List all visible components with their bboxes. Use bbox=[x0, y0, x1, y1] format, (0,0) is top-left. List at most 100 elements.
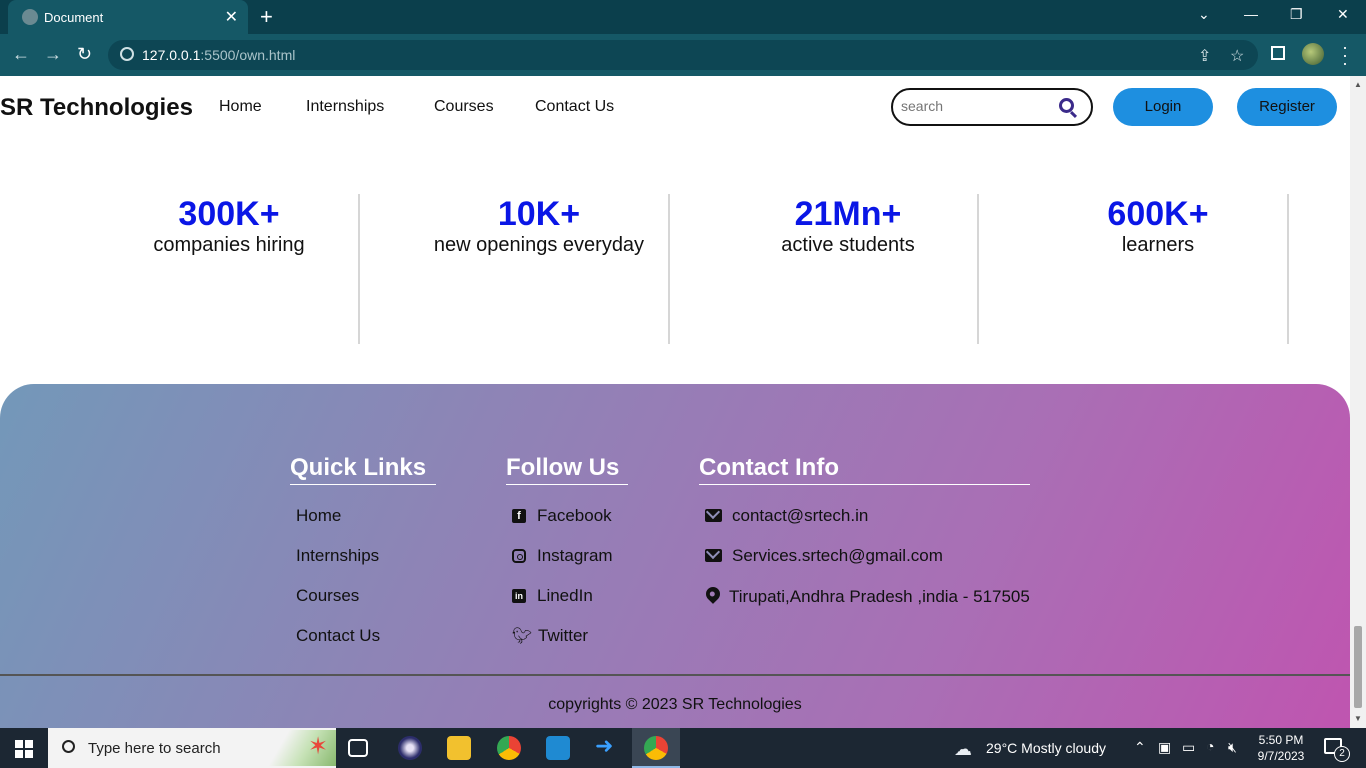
menu-kebab-icon[interactable]: · · · bbox=[1342, 38, 1348, 72]
stat-divider bbox=[977, 194, 979, 344]
facebook-icon: f bbox=[512, 509, 526, 523]
file-explorer-icon[interactable] bbox=[447, 736, 471, 760]
eclipse-app-icon[interactable] bbox=[398, 736, 422, 760]
cloud-icon: ☁ bbox=[954, 739, 972, 759]
side-panel-icon[interactable] bbox=[1271, 46, 1285, 60]
stat-value: 10K+ bbox=[497, 195, 581, 233]
search-highlight-image[interactable]: ✶ bbox=[260, 730, 336, 766]
twitter-icon: 🐦︎ bbox=[512, 628, 533, 645]
stat-divider bbox=[1287, 194, 1289, 344]
envelope-icon bbox=[705, 549, 722, 562]
search-icon[interactable] bbox=[1059, 98, 1074, 113]
active-chrome-window[interactable] bbox=[632, 728, 680, 768]
wifi-icon[interactable]: ◔ bbox=[1206, 738, 1214, 754]
chrome-app-icon[interactable] bbox=[497, 736, 521, 760]
social-link-twitter[interactable]: Twitter bbox=[538, 626, 588, 646]
envelope-icon bbox=[705, 509, 722, 522]
restore-icon[interactable]: ❐ bbox=[1290, 6, 1303, 23]
contact-info-heading: Contact Info bbox=[699, 454, 1030, 485]
new-tab-plus-icon[interactable]: + bbox=[260, 4, 273, 30]
reload-icon[interactable]: ↻ bbox=[77, 44, 92, 65]
site-footer: Quick Links Home Internships Courses Con… bbox=[0, 384, 1350, 728]
site-header: SR Technologies Home Internships Courses… bbox=[0, 76, 1350, 140]
login-button[interactable]: Login bbox=[1113, 88, 1213, 126]
task-view-icon[interactable] bbox=[348, 739, 368, 757]
stat-label: learners bbox=[1121, 234, 1195, 256]
search-icon bbox=[62, 740, 75, 753]
profile-avatar[interactable] bbox=[1302, 43, 1324, 65]
footer-link-courses[interactable]: Courses bbox=[296, 586, 359, 606]
quick-links-heading: Quick Links bbox=[290, 454, 436, 485]
social-link-facebook[interactable]: Facebook bbox=[537, 506, 612, 526]
brand-logo-text[interactable]: SR Technologies bbox=[0, 94, 193, 122]
social-link-instagram[interactable]: Instagram bbox=[537, 546, 613, 566]
scroll-up-icon[interactable]: ▲ bbox=[1354, 80, 1362, 89]
search-input[interactable] bbox=[901, 98, 1051, 114]
clock-date: 9/7/2023 bbox=[1257, 749, 1305, 763]
weather-text[interactable]: 29°C Mostly cloudy bbox=[986, 740, 1106, 756]
battery-icon[interactable]: ▭ bbox=[1182, 739, 1195, 756]
footer-link-home[interactable]: Home bbox=[296, 506, 341, 526]
scroll-down-icon[interactable]: ▼ bbox=[1354, 714, 1362, 723]
minimize-icon[interactable]: — bbox=[1244, 6, 1258, 22]
social-link-linkedin[interactable]: LinedIn bbox=[537, 586, 593, 606]
vscode-app-icon[interactable] bbox=[546, 736, 570, 760]
contact-address: Tirupati,Andhra Pradesh ,india - 517505 bbox=[729, 587, 1030, 606]
instagram-icon bbox=[512, 549, 526, 563]
stat-label: new openings everyday bbox=[433, 234, 645, 256]
show-hidden-icons-chevron-icon[interactable]: ⌃ bbox=[1134, 739, 1146, 756]
volume-muted-icon[interactable]: 🔇︎ bbox=[1228, 739, 1237, 756]
stat-value: 21Mn+ bbox=[794, 195, 902, 233]
nav-internships[interactable]: Internships bbox=[306, 98, 384, 116]
tab-search-chevron-icon[interactable]: ⌄ bbox=[1198, 6, 1210, 23]
globe-icon bbox=[22, 9, 38, 25]
stat-divider bbox=[668, 194, 670, 344]
stat-students: 21Mn+ active students bbox=[693, 194, 1003, 257]
contact-email-primary: contact@srtech.in bbox=[732, 506, 869, 525]
chrome-app-icon bbox=[644, 736, 668, 760]
windows-start-icon[interactable] bbox=[15, 740, 33, 758]
system-clock[interactable]: 5:50 PM 9/7/2023 bbox=[1246, 732, 1316, 764]
nav-courses[interactable]: Courses bbox=[434, 98, 494, 116]
share-icon[interactable]: ⇪ bbox=[1198, 46, 1211, 66]
window-close-icon[interactable]: ✕ bbox=[1337, 6, 1349, 23]
stat-label: active students bbox=[781, 234, 915, 256]
browser-tab[interactable]: Document ✕ bbox=[8, 0, 248, 34]
linkedin-icon: in bbox=[512, 589, 526, 603]
footer-divider bbox=[0, 674, 1350, 676]
stat-value: 600K+ bbox=[1107, 195, 1209, 233]
page-scrollbar[interactable]: ▲ ▼ bbox=[1350, 76, 1366, 728]
browser-tab-strip: Document ✕ + ⌄ — ❐ ✕ bbox=[0, 0, 1366, 34]
url-text: 127.0.0.1:5500/own.html bbox=[142, 47, 296, 63]
taskbar-search-placeholder: Type here to search bbox=[88, 740, 221, 757]
bookmark-star-icon[interactable]: ☆ bbox=[1230, 46, 1244, 66]
follow-us-heading: Follow Us bbox=[506, 454, 628, 485]
notification-count-badge: 2 bbox=[1334, 746, 1350, 762]
back-arrow-icon[interactable]: ← bbox=[12, 44, 30, 65]
site-info-icon[interactable] bbox=[120, 47, 134, 61]
stat-label: companies hiring bbox=[153, 234, 305, 256]
forward-arrow-icon[interactable]: → bbox=[44, 44, 62, 65]
footer-link-contact-us[interactable]: Contact Us bbox=[296, 626, 380, 646]
clock-time: 5:50 PM bbox=[1258, 733, 1304, 747]
tab-title: Document bbox=[44, 10, 104, 25]
nav-contact-us[interactable]: Contact Us bbox=[535, 98, 614, 116]
scrollbar-thumb[interactable] bbox=[1354, 626, 1362, 708]
taskbar-search[interactable]: Type here to search ✶ bbox=[48, 728, 336, 768]
windows-taskbar: Type here to search ✶ ➜ ☁ 29°C Mostly cl… bbox=[0, 728, 1366, 768]
footer-link-internships[interactable]: Internships bbox=[296, 546, 379, 566]
page-viewport: SR Technologies Home Internships Courses… bbox=[0, 76, 1350, 728]
location-pin-icon bbox=[703, 584, 723, 604]
contact-email-services: Services.srtech@gmail.com bbox=[732, 546, 943, 565]
stat-companies: 300K+ companies hiring bbox=[74, 194, 384, 257]
nav-home[interactable]: Home bbox=[219, 98, 262, 116]
url-field[interactable]: 127.0.0.1:5500/own.html ⇪ ☆ bbox=[108, 40, 1258, 70]
register-button[interactable]: Register bbox=[1237, 88, 1337, 126]
stat-learners: 600K+ learners bbox=[1003, 194, 1313, 257]
address-bar-row: ← → ↻ 127.0.0.1:5500/own.html ⇪ ☆ · · · bbox=[0, 34, 1366, 76]
copyright-text: copyrights © 2023 SR Technologies bbox=[548, 696, 802, 713]
stat-divider bbox=[358, 194, 360, 344]
blue-arrow-app-icon[interactable]: ➜ bbox=[595, 733, 619, 758]
close-tab-icon[interactable]: ✕ bbox=[225, 7, 238, 27]
meet-camera-icon[interactable]: ▣ bbox=[1158, 739, 1171, 756]
